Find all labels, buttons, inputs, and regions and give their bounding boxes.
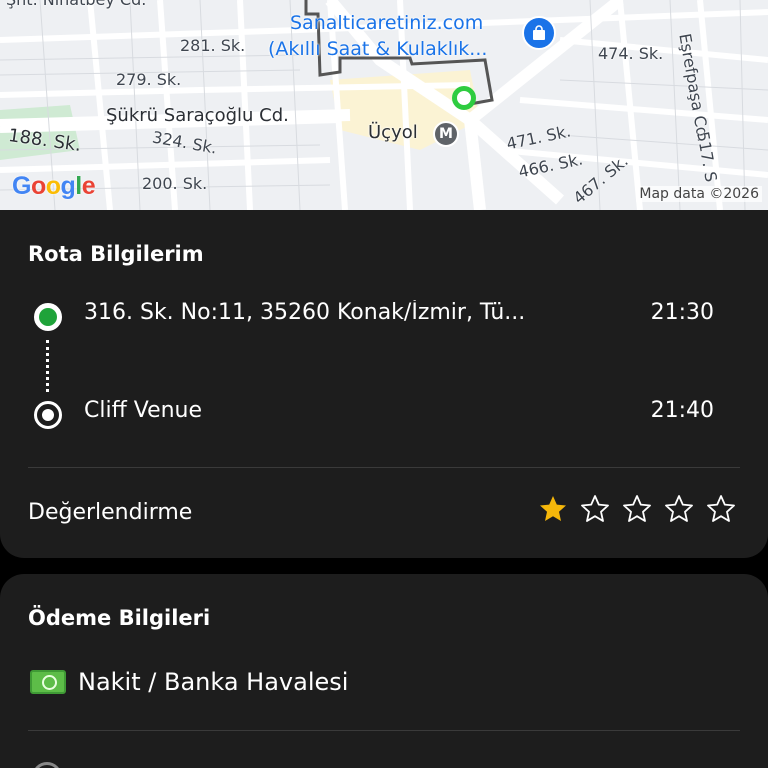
start-point-icon <box>34 303 62 331</box>
map-attribution[interactable]: Map data ©2026 <box>636 186 762 202</box>
payment-info-card: Ödeme Bilgileri Nakit / Banka Havalesi <box>0 574 768 768</box>
map-view[interactable]: Şht. Nihatbey Cd. 281. Sk. 279. Sk. Şükr… <box>0 0 768 210</box>
google-logo: Google <box>12 172 96 200</box>
rating-stars[interactable] <box>538 494 736 524</box>
map-label: Şht. Nihatbey Cd. <box>6 0 146 9</box>
shopping-bag-icon[interactable] <box>522 16 556 50</box>
rating-label: Değerlendirme <box>28 500 193 525</box>
start-time: 21:30 <box>650 300 714 325</box>
map-label: Şükrü Saraçoğlu Cd. <box>106 105 289 126</box>
map-label: 200. Sk. <box>142 174 208 193</box>
poi-label[interactable]: (Akıllı Saat & Kulaklık... <box>268 38 487 60</box>
star-filled-icon[interactable] <box>538 494 568 524</box>
cash-icon <box>30 670 66 694</box>
destination-point-icon <box>34 401 62 429</box>
route-start-row: 316. Sk. No:11, 35260 Konak/İzmir, Tü...… <box>28 296 740 336</box>
start-address: 316. Sk. No:11, 35260 Konak/İzmir, Tü... <box>84 300 526 325</box>
end-time: 21:40 <box>650 398 714 423</box>
payment-method-row: Nakit / Banka Havalesi <box>30 668 348 696</box>
map-label: 279. Sk. <box>116 70 182 89</box>
star-empty-icon[interactable] <box>706 494 736 524</box>
metro-station-icon[interactable]: M <box>433 121 459 147</box>
route-end-row: Cliff Venue 21:40 <box>28 394 740 434</box>
payment-section-title: Ödeme Bilgileri <box>28 606 211 630</box>
route-section-title: Rota Bilgilerim <box>28 242 204 266</box>
route-info-card: Rota Bilgilerim 316. Sk. No:11, 35260 Ko… <box>0 210 768 558</box>
end-address: Cliff Venue <box>84 398 203 423</box>
map-label: Üçyol <box>368 122 418 143</box>
star-empty-icon[interactable] <box>580 494 610 524</box>
map-label: 281. Sk. <box>180 36 246 55</box>
star-empty-icon[interactable] <box>664 494 694 524</box>
divider <box>28 467 740 468</box>
divider <box>28 730 740 731</box>
start-location-marker-icon <box>452 86 476 110</box>
star-empty-icon[interactable] <box>622 494 652 524</box>
map-label: 474. Sk. <box>598 44 664 63</box>
info-icon <box>32 762 62 768</box>
poi-label[interactable]: Sanalticaretiniz.com <box>290 12 483 34</box>
route-connector <box>46 340 50 392</box>
payment-method-text: Nakit / Banka Havalesi <box>78 668 349 696</box>
